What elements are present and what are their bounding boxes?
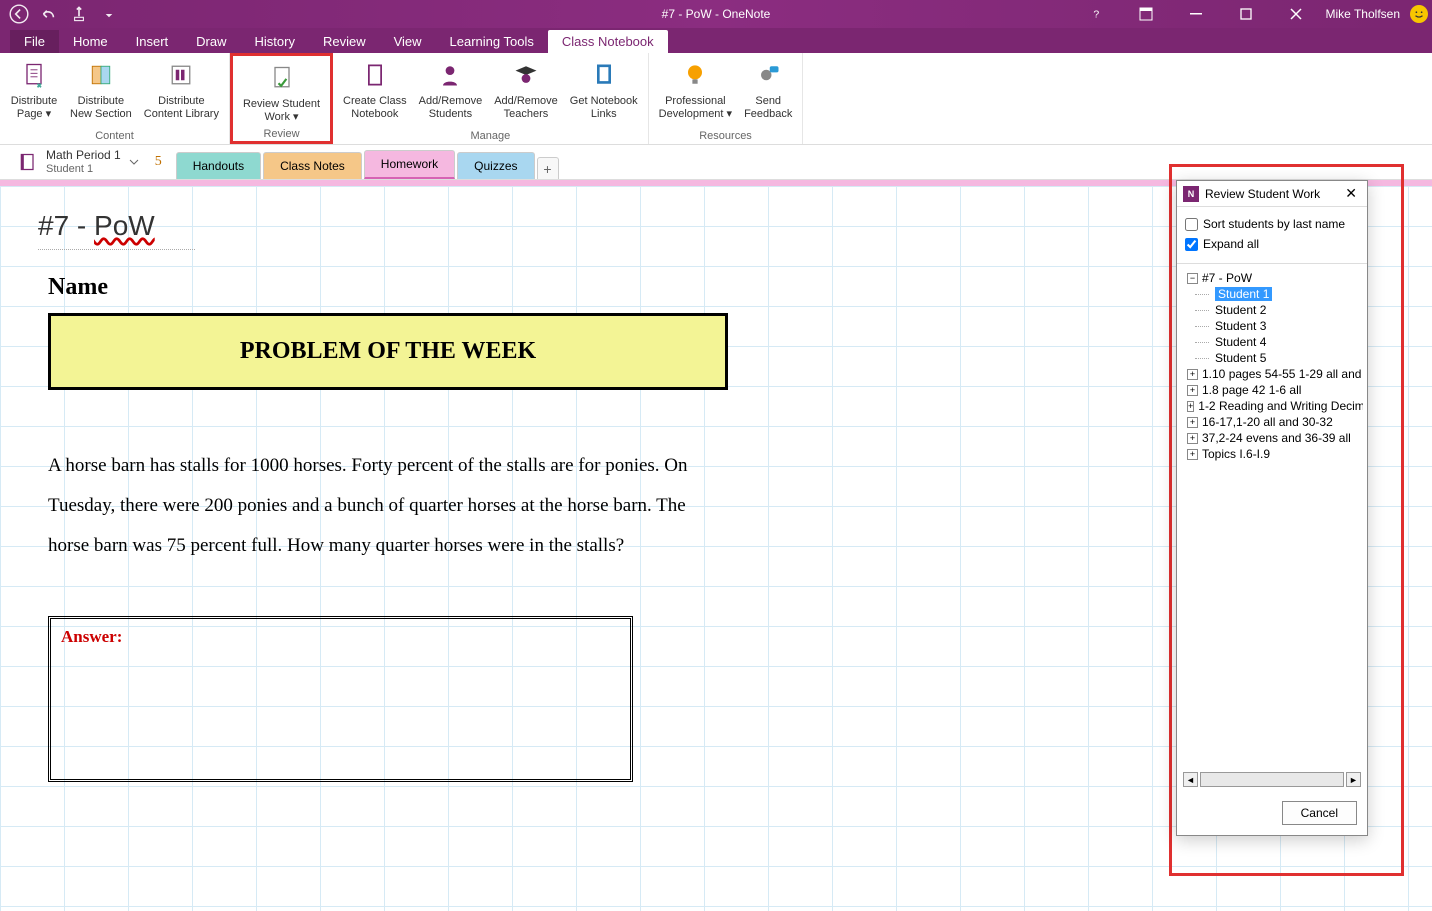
notebook-icon [18,152,38,172]
ribbon-group-manage: Create ClassNotebookAdd/RemoveStudentsAd… [333,53,649,144]
qat-customize[interactable] [98,3,120,25]
notebook-picker[interactable]: Math Period 1 Student 1 [0,145,145,179]
ribbon-display-options[interactable] [1126,0,1166,28]
feedback-icon [752,59,784,91]
tab-learning-tools[interactable]: Learning Tools [436,30,548,53]
add-remove-teachers-button[interactable]: Add/RemoveTeachers [488,55,564,130]
name-label: Name [48,274,728,301]
group-label: Manage [470,130,510,144]
ribbon-group-review: Review StudentWork ▾Review [230,53,333,144]
touch-mode-button[interactable] [68,3,90,25]
tree-assignment-2[interactable]: + 1-2 Reading and Writing Decim [1181,398,1363,414]
svg-text:?: ? [1093,9,1099,21]
tab-class-notebook[interactable]: Class Notebook [548,30,668,53]
tab-review[interactable]: Review [309,30,380,53]
group-label: Review [263,128,299,142]
notebook-icon [359,59,391,91]
review-icon [266,62,298,94]
tree-expanded-assignment[interactable]: − #7 - PoW [1181,270,1363,286]
panel-title: Review Student Work [1205,187,1320,201]
page-content[interactable]: Name PROBLEM OF THE WEEK A horse barn ha… [48,274,728,782]
group-label: Content [95,130,134,144]
add-remove-students-button[interactable]: Add/RemoveStudents [413,55,489,130]
student-icon [434,59,466,91]
tree-student-1[interactable]: Student 1 [1181,286,1363,302]
scroll-right-icon[interactable]: ► [1346,772,1361,787]
ribbon: DistributePage ▾DistributeNew SectionDis… [0,53,1432,145]
tree-assignment-1[interactable]: + 1.8 page 42 1-6 all [1181,382,1363,398]
answer-label: Answer: [61,627,122,646]
links-icon [588,59,620,91]
maximize-button[interactable] [1226,0,1266,28]
back-button[interactable] [8,3,30,25]
tree-assignment-5[interactable]: + Topics I.6-I.9 [1181,446,1363,462]
user-name[interactable]: Mike Tholfsen [1326,7,1400,21]
tree-student-5[interactable]: Student 5 [1181,350,1363,366]
expand-checkbox[interactable]: Expand all [1185,237,1359,251]
panel-header: N Review Student Work ✕ [1177,181,1367,207]
tree-student-3[interactable]: Student 3 [1181,318,1363,334]
tab-insert[interactable]: Insert [122,30,183,53]
tab-file[interactable]: File [10,30,59,53]
library-icon [165,59,197,91]
section-class-notes[interactable]: Class Notes [263,152,362,179]
close-button[interactable] [1276,0,1316,28]
add-section-button[interactable]: + [537,157,559,179]
tree-assignment-3[interactable]: + 16-17,1-20 all and 30-32 [1181,414,1363,430]
distribute-new-section-button[interactable]: DistributeNew Section [64,55,138,130]
section-handouts[interactable]: Handouts [176,152,261,179]
notebook-student: Student 1 [46,163,121,175]
problem-header-text: PROBLEM OF THE WEEK [240,338,536,364]
tree-assignment-4[interactable]: + 37,2-24 evens and 36-39 all [1181,430,1363,446]
onenote-icon: N [1183,186,1199,202]
send-feedback-button[interactable]: SendFeedback [738,55,798,130]
menu-tabs: File Home Insert Draw History Review Vie… [0,28,1432,53]
tree-student-4[interactable]: Student 4 [1181,334,1363,350]
smile-icon[interactable] [1410,5,1428,23]
panel-hscroll[interactable]: ◄ ► [1177,768,1367,791]
problem-header-box: PROBLEM OF THE WEEK [48,313,728,390]
review-student-work-panel: N Review Student Work ✕ Sort students by… [1176,180,1368,836]
professional-development-button[interactable]: ProfessionalDevelopment ▾ [653,55,738,130]
keep-count: 5 [145,154,172,170]
section-tabs: Handouts Class Notes Homework Quizzes + [172,145,559,179]
page-title[interactable]: #7 - PoW [38,208,195,250]
cancel-button[interactable]: Cancel [1282,801,1357,825]
ribbon-group-resources: ProfessionalDevelopment ▾SendFeedbackRes… [649,53,804,144]
section-quizzes[interactable]: Quizzes [457,152,534,179]
create-class-notebook-button[interactable]: Create ClassNotebook [337,55,413,130]
teacher-icon [510,59,542,91]
problem-body: A horse barn has stalls for 1000 horses.… [48,446,728,566]
page-icon [18,59,50,91]
section-homework[interactable]: Homework [364,150,455,179]
tab-draw[interactable]: Draw [182,30,240,53]
assignment-tree: − #7 - PoWStudent 1Student 2Student 3Stu… [1177,264,1367,768]
distribute-page-button[interactable]: DistributePage ▾ [4,55,64,130]
review-student-work-button[interactable]: Review StudentWork ▾ [237,58,326,128]
help-button[interactable]: ? [1076,0,1116,28]
answer-box[interactable]: Answer: [48,616,633,782]
tree-assignment-0[interactable]: + 1.10 pages 54-55 1-29 all and [1181,366,1363,382]
get-notebook-links-button[interactable]: Get NotebookLinks [564,55,644,130]
bulb-icon [679,59,711,91]
window-title: #7 - PoW - OneNote [662,7,771,21]
section-icon [85,59,117,91]
panel-close-button[interactable]: ✕ [1341,185,1361,202]
scroll-left-icon[interactable]: ◄ [1183,772,1198,787]
minimize-button[interactable] [1176,0,1216,28]
tab-view[interactable]: View [380,30,436,53]
distribute-content-library-button[interactable]: DistributeContent Library [138,55,225,130]
ribbon-group-content: DistributePage ▾DistributeNew SectionDis… [0,53,230,144]
tab-home[interactable]: Home [59,30,122,53]
chevron-down-icon [129,157,139,167]
tab-history[interactable]: History [241,30,309,53]
tree-student-2[interactable]: Student 2 [1181,302,1363,318]
notebook-name: Math Period 1 [46,149,121,162]
sort-checkbox[interactable]: Sort students by last name [1185,217,1359,231]
titlebar: #7 - PoW - OneNote ? Mike Tholfsen [0,0,1432,28]
undo-button[interactable] [38,3,60,25]
group-label: Resources [699,130,752,144]
